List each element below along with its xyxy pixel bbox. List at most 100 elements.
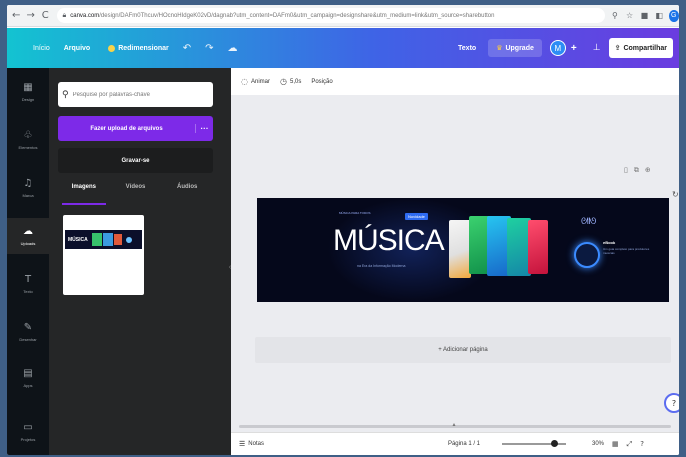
lock-page-icon[interactable]: ▯: [624, 166, 628, 175]
rail-label: Projetos: [20, 437, 36, 442]
rail-item-apps[interactable]: ▤ Apps: [7, 360, 49, 396]
browser-toolbar: ← → C 🔒︎ canva.com /design/DAFm0Thcuv/HO…: [7, 5, 679, 27]
duration-label: 5,0s: [289, 78, 302, 85]
timer-icon: ◷: [280, 77, 287, 86]
banner-subtitle: na Era da Informação Moderna: [357, 264, 406, 268]
zoom-slider-handle[interactable]: [551, 440, 559, 447]
elements-icon: ♧: [23, 130, 33, 141]
media-tabs: Imagens Vídeos Áudios: [58, 184, 213, 200]
key-icon[interactable]: ⚲: [611, 11, 620, 21]
undo-icon[interactable]: ↶: [183, 43, 191, 54]
duplicate-page-icon[interactable]: ⧉: [634, 166, 639, 175]
resize-label: Redimensionar: [118, 44, 169, 52]
position-button[interactable]: Posição: [311, 79, 332, 85]
crown-icon: ♛: [496, 44, 503, 52]
duration-button[interactable]: ◷ 5,0s: [280, 77, 301, 86]
zoom-slider[interactable]: [502, 440, 566, 447]
address-bar[interactable]: 🔒︎ canva.com /design/DAFm0Thcuv/HOcnoHId…: [56, 8, 605, 23]
rail-label: Texto: [23, 289, 33, 294]
file-menu[interactable]: Arquivo: [64, 45, 90, 52]
search-input[interactable]: [72, 91, 201, 98]
lock-icon: 🔒︎: [62, 11, 67, 19]
design-title[interactable]: Texto: [458, 45, 476, 52]
thumbnail-preview: MÚSICA: [65, 230, 142, 249]
side-rail: ▦ Design ♧ Elementos ♫ Marca ☁ Uploads T…: [7, 68, 49, 455]
tab-audios[interactable]: Áudios: [161, 184, 213, 200]
forward-icon[interactable]: →: [26, 10, 37, 22]
more-options-icon[interactable]: ···: [195, 124, 213, 133]
help-icon[interactable]: ?: [640, 440, 644, 448]
star-icon[interactable]: ☆: [625, 11, 634, 21]
url-path: /design/DAFm0Thcuv/HOcnoHIdgeK02vD/dagna…: [99, 12, 495, 19]
resize-button[interactable]: Redimensionar: [108, 44, 169, 52]
animate-button[interactable]: ◌ Animar: [241, 77, 270, 86]
zoom-value[interactable]: 30%: [592, 441, 604, 447]
thumbnail-text: MÚSICA: [68, 236, 88, 243]
apps-icon: ▤: [23, 368, 33, 379]
banner-kicker: MÚSICA PARA TODOS: [339, 211, 371, 215]
rail-item-uploads[interactable]: ☁ Uploads: [7, 218, 49, 254]
tab-images[interactable]: Imagens: [58, 184, 110, 200]
search-box[interactable]: ⚲: [58, 82, 213, 107]
editor-footer: ☰ Notas Página 1 / 1 30% ▦ ⤢ ?: [231, 432, 679, 455]
rail-label: Elementos: [18, 145, 38, 150]
cloud-saved-icon[interactable]: ☁: [228, 43, 238, 54]
home-link[interactable]: Início: [33, 45, 50, 52]
animate-label: Animar: [250, 78, 270, 85]
book-cover-5: [528, 220, 548, 274]
extension-icon[interactable]: ■: [640, 11, 649, 21]
upload-files-button[interactable]: Fazer upload de arquivos ···: [58, 116, 213, 141]
page-tools: ▯ ⧉ ⊕: [618, 166, 651, 175]
rail-item-draw[interactable]: ✎ Desenhar: [7, 314, 49, 350]
record-yourself-button[interactable]: Gravar-se: [58, 148, 213, 173]
rail-item-text[interactable]: T Texto: [7, 266, 49, 302]
rail-item-design[interactable]: ▦ Design: [7, 74, 49, 110]
notes-button[interactable]: ☰ Notas: [239, 440, 264, 448]
search-icon: ⚲: [62, 89, 69, 100]
chevron-up-icon[interactable]: ▴: [449, 421, 459, 429]
notes-icon: ☰: [239, 440, 246, 448]
share-icon: ⇪: [614, 44, 621, 52]
upgrade-button[interactable]: ♛ Upgrade: [488, 39, 542, 57]
draw-icon: ✎: [23, 322, 33, 333]
rail-label: Uploads: [20, 241, 36, 246]
active-tab-indicator: [62, 203, 106, 205]
rail-label: Design: [21, 97, 35, 102]
uploaded-image-thumbnail[interactable]: MÚSICA: [63, 215, 144, 295]
insights-icon[interactable]: ⊥: [593, 43, 601, 53]
magic-help-button[interactable]: ?: [664, 393, 679, 413]
design-page[interactable]: MÚSICA PARA TODOS Novidade MÚSICA na Era…: [257, 198, 669, 302]
crown-dot-icon: [108, 44, 116, 52]
rail-label: Desenhar: [19, 337, 37, 342]
share-button[interactable]: ⇪ Compartilhar: [608, 38, 673, 58]
text-icon: T: [24, 274, 32, 285]
back-icon[interactable]: ←: [11, 10, 22, 22]
rail-item-brand[interactable]: ♫ Marca: [7, 170, 49, 206]
position-label: Posição: [311, 78, 333, 85]
brand-icon: ♫: [23, 178, 33, 189]
banner-title: MÚSICA: [333, 224, 445, 257]
side-title: eBook: [603, 240, 616, 245]
speaker-icon: [574, 242, 600, 268]
browser-window: ← → C 🔒︎ canva.com /design/DAFm0Thcuv/HO…: [7, 5, 679, 455]
puzzle-icon[interactable]: ◧: [655, 11, 664, 21]
redo-icon[interactable]: ↷: [205, 43, 213, 54]
add-collaborator-icon[interactable]: +: [571, 43, 577, 54]
upgrade-label: Upgrade: [505, 44, 534, 52]
add-page-button[interactable]: + Adicionar página: [255, 337, 671, 363]
reload-icon[interactable]: C: [40, 10, 51, 22]
share-label: Compartilhar: [623, 44, 667, 52]
refresh-icon[interactable]: ↻: [672, 190, 679, 200]
upload-label: Fazer upload de arquivos: [90, 125, 163, 132]
rail-label: Apps: [23, 383, 33, 388]
profile-avatar[interactable]: G: [668, 9, 679, 22]
page-indicator[interactable]: Página 1 / 1: [448, 441, 480, 447]
rail-item-projects[interactable]: ▭ Projetos: [7, 414, 49, 450]
tab-videos[interactable]: Vídeos: [110, 184, 162, 200]
fullscreen-icon[interactable]: ⤢: [627, 440, 633, 449]
user-avatar[interactable]: M: [549, 40, 566, 56]
add-page-icon[interactable]: ⊕: [645, 166, 651, 175]
banner-badge: Novidade: [405, 213, 428, 220]
rail-item-elements[interactable]: ♧ Elementos: [7, 122, 49, 158]
grid-view-icon[interactable]: ▦: [612, 440, 619, 448]
